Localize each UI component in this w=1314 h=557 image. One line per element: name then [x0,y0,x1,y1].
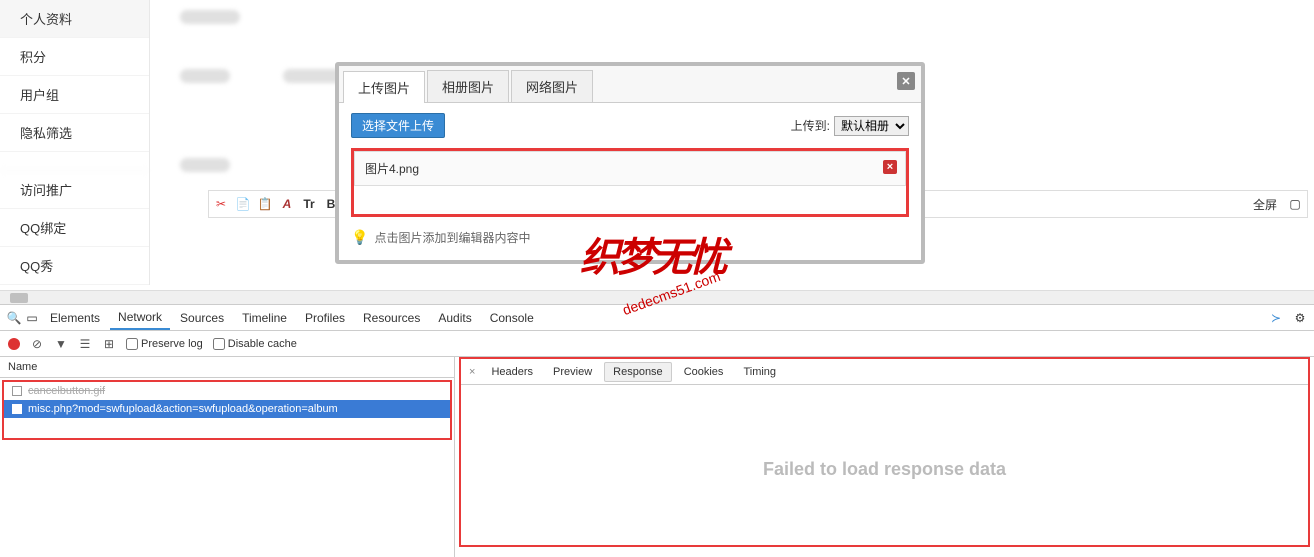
filter-icon[interactable]: ▼ [54,337,68,351]
sidebar-item-qqshow[interactable]: QQ秀 [0,247,149,285]
tab-resources[interactable]: Resources [355,307,428,329]
fail-message: Failed to load response data [461,459,1308,480]
tab-network[interactable]: Network [110,306,170,330]
detail-tab-preview[interactable]: Preview [545,363,600,381]
detail-tab-timing[interactable]: Timing [735,363,784,381]
network-toolbar: ⊘ ▼ ☰ ⊞ Preserve log Disable cache [0,331,1314,357]
album-select[interactable]: 默认相册 [834,116,909,136]
horizontal-scrollbar[interactable] [0,290,1314,304]
detail-tab-cookies[interactable]: Cookies [676,363,732,381]
close-detail-icon[interactable]: × [469,366,475,378]
expand-icon[interactable]: ▢ [1287,196,1303,212]
tab-elements[interactable]: Elements [42,307,108,329]
delete-file-icon[interactable] [883,160,897,174]
tab-timeline[interactable]: Timeline [234,307,295,329]
device-icon[interactable]: ▭ [24,310,40,326]
clear-icon[interactable]: ⊘ [30,337,44,351]
tab-sources[interactable]: Sources [172,307,232,329]
sidebar: 个人资料 积分 用户组 隐私筛选 访问推广 QQ绑定 QQ秀 [0,0,150,285]
file-list-highlight: 图片4.png [351,148,909,217]
file-name: 图片4.png [365,160,419,177]
upload-modal: 上传图片 相册图片 网络图片 ✕ 选择文件上传 上传到: 默认相册 图片4.pn… [335,62,925,264]
fullscreen-button[interactable]: 全屏 [1249,196,1281,213]
bulb-icon: 💡 [351,229,368,246]
paste-icon[interactable]: 📋 [257,196,273,212]
preserve-log-checkbox[interactable]: Preserve log [126,338,203,350]
response-highlight: × Headers Preview Response Cookies Timin… [459,357,1310,547]
sidebar-item-profile[interactable]: 个人资料 [0,0,149,38]
record-button[interactable] [8,338,20,350]
detail-tab-response[interactable]: Response [604,362,672,382]
sidebar-item-qqbind[interactable]: QQ绑定 [0,209,149,247]
drawer-icon[interactable]: ≻ [1268,310,1284,326]
request-row[interactable]: misc.php?mod=swfupload&action=swfupload&… [4,400,450,418]
detail-tab-headers[interactable]: Headers [483,363,541,381]
name-column-header[interactable]: Name [0,357,454,378]
settings-icon[interactable]: ⚙ [1292,310,1308,326]
tab-audits[interactable]: Audits [430,307,479,329]
inspect-icon[interactable]: 🔍 [6,310,22,326]
close-icon[interactable]: ✕ [897,72,915,90]
tab-upload[interactable]: 上传图片 [343,71,425,103]
file-item[interactable]: 图片4.png [354,151,906,186]
select-file-button[interactable]: 选择文件上传 [351,113,445,138]
text-icon[interactable]: Tr [301,196,317,212]
devtools-tabs: 🔍 ▭ Elements Network Sources Timeline Pr… [0,305,1314,331]
sidebar-item-visit[interactable]: 访问推广 [0,171,149,209]
devtools: 🔍 ▭ Elements Network Sources Timeline Pr… [0,304,1314,557]
modal-hint: 💡 点击图片添加到编辑器内容中 [351,225,909,250]
tab-profiles[interactable]: Profiles [297,307,353,329]
disable-cache-checkbox[interactable]: Disable cache [213,338,297,350]
sidebar-item-points[interactable]: 积分 [0,38,149,76]
tab-console[interactable]: Console [482,307,542,329]
sidebar-item-usergroup[interactable]: 用户组 [0,76,149,114]
scrollbar-thumb[interactable] [10,293,28,303]
request-row[interactable]: cancelbutton.gif [4,382,450,400]
sidebar-item-blurred[interactable] [0,152,149,171]
upload-to-label: 上传到: [791,117,830,134]
cut-icon[interactable]: ✂ [213,196,229,212]
tab-network[interactable]: 网络图片 [511,70,593,102]
status-icon [12,404,22,414]
request-list-panel: Name cancelbutton.gif misc.php?mod=swfup… [0,357,455,557]
status-icon [12,386,22,396]
font-icon[interactable]: A [279,196,295,212]
view2-icon[interactable]: ⊞ [102,337,116,351]
modal-tabs: 上传图片 相册图片 网络图片 ✕ [339,66,921,103]
tab-album[interactable]: 相册图片 [427,70,509,102]
request-detail-panel: × Headers Preview Response Cookies Timin… [455,357,1314,557]
request-list-highlight: cancelbutton.gif misc.php?mod=swfupload&… [2,380,452,440]
view-icon[interactable]: ☰ [78,337,92,351]
sidebar-item-privacy[interactable]: 隐私筛选 [0,114,149,152]
copy-icon[interactable]: 📄 [235,196,251,212]
